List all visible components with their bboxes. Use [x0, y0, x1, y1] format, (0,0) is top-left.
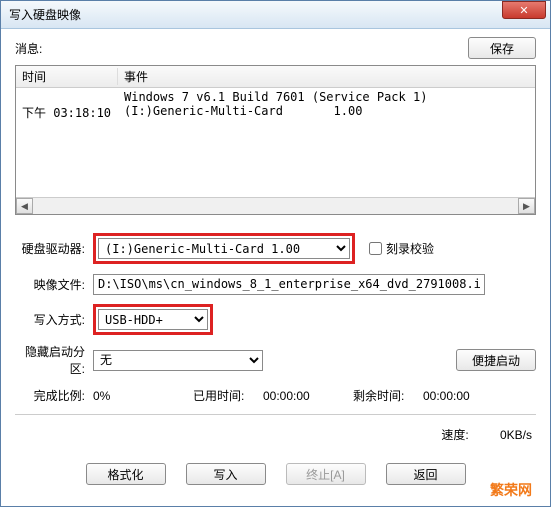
- format-button[interactable]: 格式化: [86, 463, 166, 485]
- message-label: 消息:: [15, 40, 42, 57]
- scroll-left-icon[interactable]: ◀: [16, 198, 33, 214]
- log-event: Windows 7 v6.1 Build 7601 (Service Pack …: [118, 90, 535, 104]
- write-button[interactable]: 写入: [186, 463, 266, 485]
- log-time: 下午 03:18:10: [16, 104, 118, 121]
- elapsed-value: 00:00:00: [263, 389, 353, 403]
- verify-checkbox-wrap[interactable]: 刻录校验: [369, 240, 434, 257]
- window-title: 写入硬盘映像: [9, 6, 81, 23]
- close-button[interactable]: ✕: [502, 1, 546, 19]
- save-button[interactable]: 保存: [468, 37, 536, 59]
- progress-label: 完成比例:: [15, 387, 93, 404]
- scroll-right-icon[interactable]: ▶: [518, 198, 535, 214]
- elapsed-label: 已用时间:: [193, 387, 263, 404]
- log-header-event[interactable]: 事件: [118, 68, 535, 85]
- log-panel: 时间 事件 Windows 7 v6.1 Build 7601 (Service…: [15, 65, 536, 215]
- titlebar: 写入硬盘映像 ✕: [1, 1, 550, 29]
- log-time: [16, 90, 118, 104]
- log-row: 下午 03:18:10 (I:)Generic-Multi-Card 1.00: [16, 104, 535, 121]
- image-path-input[interactable]: [93, 274, 485, 295]
- scroll-track[interactable]: [33, 198, 518, 214]
- close-icon: ✕: [519, 4, 528, 17]
- hide-partition-select[interactable]: 无: [93, 350, 263, 371]
- hide-partition-label: 隐藏启动分区:: [15, 343, 93, 377]
- divider: [15, 414, 536, 416]
- verify-label: 刻录校验: [386, 240, 434, 257]
- speed-value: 0KB/s: [472, 428, 532, 442]
- highlight-write-mode: USB-HDD+: [93, 304, 213, 335]
- write-mode-label: 写入方式:: [15, 311, 93, 328]
- abort-button: 终止[A]: [286, 463, 366, 485]
- highlight-drive: (I:)Generic-Multi-Card 1.00: [93, 233, 355, 264]
- image-label: 映像文件:: [15, 276, 93, 293]
- write-mode-select[interactable]: USB-HDD+: [98, 309, 208, 330]
- scrollbar-horizontal[interactable]: ◀ ▶: [16, 197, 535, 214]
- log-body[interactable]: Windows 7 v6.1 Build 7601 (Service Pack …: [16, 88, 535, 197]
- speed-row: 速度: 0KB/s: [15, 426, 536, 443]
- log-header-time[interactable]: 时间: [16, 68, 118, 85]
- progress-value: 0%: [93, 389, 193, 403]
- status-row: 完成比例: 0% 已用时间: 00:00:00 剩余时间: 00:00:00: [15, 387, 536, 404]
- verify-checkbox[interactable]: [369, 242, 382, 255]
- log-event: (I:)Generic-Multi-Card 1.00: [118, 104, 535, 121]
- remain-value: 00:00:00: [423, 389, 470, 403]
- remain-label: 剩余时间:: [353, 387, 423, 404]
- log-row: Windows 7 v6.1 Build 7601 (Service Pack …: [16, 90, 535, 104]
- speed-label: 速度:: [441, 428, 468, 442]
- drive-select[interactable]: (I:)Generic-Multi-Card 1.00: [98, 238, 350, 259]
- back-button[interactable]: 返回: [386, 463, 466, 485]
- drive-label: 硬盘驱动器:: [15, 240, 93, 257]
- convenient-boot-button[interactable]: 便捷启动: [456, 349, 536, 371]
- log-header: 时间 事件: [16, 66, 535, 88]
- watermark-text: 繁荣网: [490, 480, 532, 500]
